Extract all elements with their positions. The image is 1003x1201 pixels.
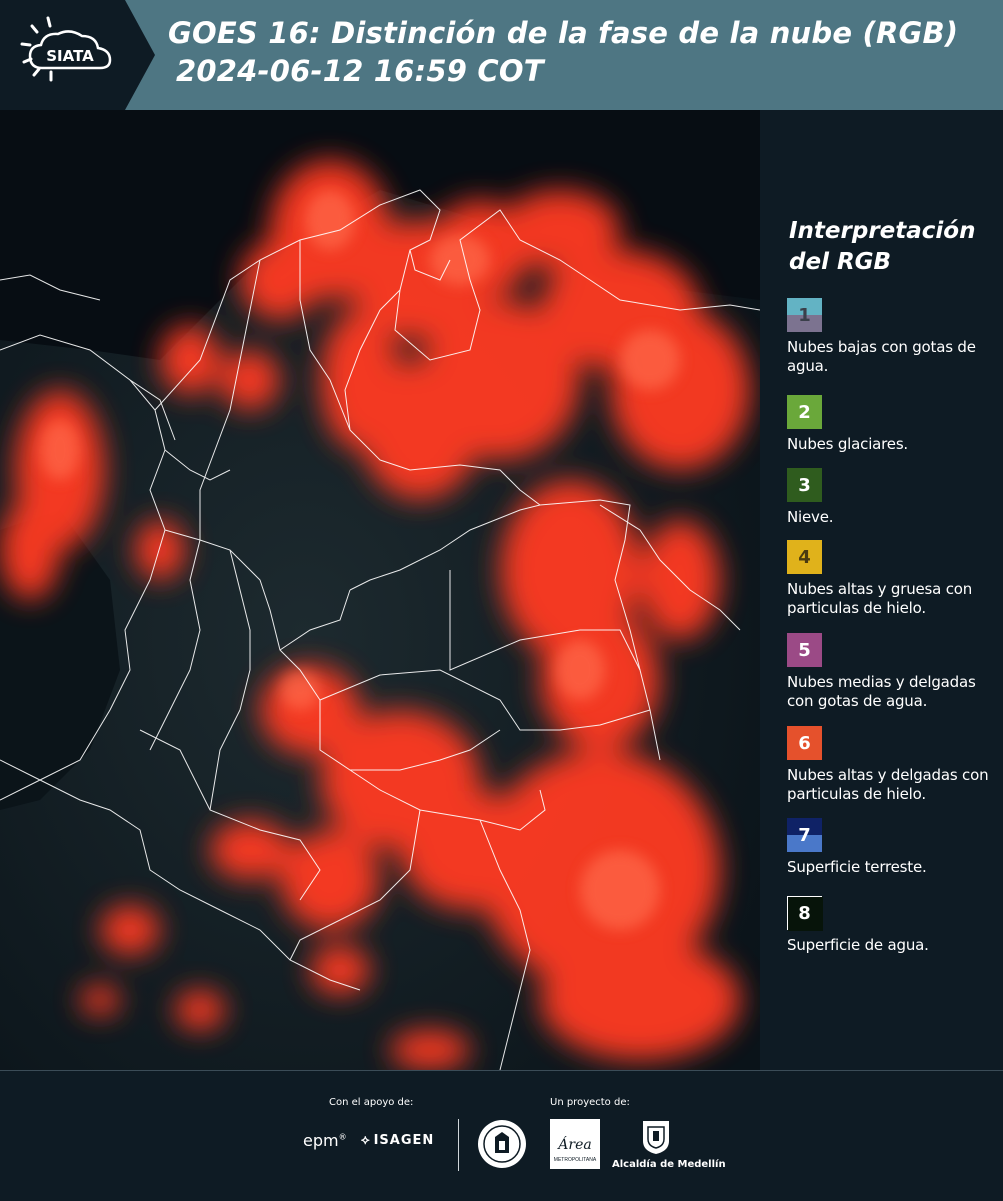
epm-registered-mark: ®	[338, 1132, 347, 1142]
legend-number: 8	[798, 902, 811, 924]
legend-number: 5	[798, 639, 811, 661]
epm-logo-text: epm	[303, 1131, 339, 1150]
footer-divider	[458, 1119, 459, 1171]
satellite-image	[0, 110, 760, 1070]
isagen-logo: ⟡ ISAGEN	[361, 1133, 434, 1148]
legend-swatch-4: 4	[787, 540, 822, 574]
legend-item-1: 1 Nubes bajas con gotas de agua.	[787, 298, 1003, 376]
area-logo-subtext: METROPOLITANA	[553, 1157, 597, 1163]
legend-number: 3	[798, 474, 811, 496]
alcaldia-text: Alcaldía de Medellín	[612, 1159, 726, 1170]
isagen-logo-text: ISAGEN	[373, 1133, 435, 1148]
legend-label: Nubes medias y delgadas con gotas de agu…	[787, 673, 976, 710]
legend-item-5: 5 Nubes medias y delgadas con gotas de a…	[787, 633, 1003, 711]
legend-swatch-5: 5	[787, 633, 822, 667]
legend-item-6: 6 Nubes altas y delgadas con particulas …	[787, 726, 1003, 804]
legend-swatch-3: 3	[787, 468, 822, 502]
legend-number: 2	[798, 401, 811, 423]
legend-label: Nubes bajas con gotas de agua.	[787, 338, 976, 375]
page-title: GOES 16: Distinción de la fase de la nub…	[168, 14, 958, 90]
legend-swatch-2: 2	[787, 395, 822, 429]
legend-number: 7	[798, 824, 811, 846]
footer: Con el apoyo de: Un proyecto de: epm® ⟡ I…	[0, 1070, 1003, 1201]
legend-item-4: 4 Nubes altas y gruesa con particulas de…	[787, 540, 1003, 618]
siata-logo: SIATA	[0, 0, 155, 110]
legend-item-2: 2 Nubes glaciares.	[787, 395, 1003, 454]
alcaldia-shield-icon	[643, 1121, 669, 1154]
title-line-1: GOES 16: Distinción de la fase de la nub…	[168, 16, 959, 50]
header-bar: SIATA GOES 16: Distinción de la fase de …	[0, 0, 1003, 110]
project-label: Un proyecto de:	[550, 1097, 630, 1108]
legend-label: Superficie de agua.	[787, 936, 929, 954]
legend-item-7: 7 Superficie terreste.	[787, 818, 1003, 877]
legend-swatch-8: 8	[787, 896, 823, 931]
support-label: Con el apoyo de:	[329, 1097, 414, 1108]
legend-swatch-7: 7	[787, 818, 822, 852]
legend-number: 6	[798, 732, 811, 754]
title-timestamp: 2024-06-12 16:59 COT	[176, 54, 544, 88]
legend-label: Nubes altas y gruesa con particulas de h…	[787, 580, 973, 617]
legend-swatch-6: 6	[787, 726, 822, 760]
legend-label: Nubes altas y delgadas con particulas de…	[787, 766, 989, 803]
isagen-icon: ⟡	[361, 1133, 371, 1148]
siata-logo-text: SIATA	[46, 47, 94, 65]
legend-label: Nubes glaciares.	[787, 435, 908, 453]
university-seal-icon	[478, 1120, 526, 1168]
legend-label: Superficie terreste.	[787, 858, 927, 876]
epm-logo: epm®	[303, 1131, 347, 1150]
legend-swatch-1: 1	[787, 298, 822, 332]
area-logo-text: Área	[558, 1137, 592, 1153]
legend-number: 4	[798, 546, 811, 568]
legend-item-8: 8 Superficie de agua.	[787, 896, 1003, 955]
legend-title: Interpretación del RGB	[789, 218, 976, 275]
legend-label: Nieve.	[787, 508, 834, 526]
area-metropolitana-logo: Área METROPOLITANA	[550, 1119, 600, 1169]
legend-item-3: 3 Nieve.	[787, 468, 1003, 527]
legend-panel: Interpretación del RGB 1 Nubes bajas con…	[760, 110, 1003, 1070]
legend-number: 1	[798, 304, 811, 326]
